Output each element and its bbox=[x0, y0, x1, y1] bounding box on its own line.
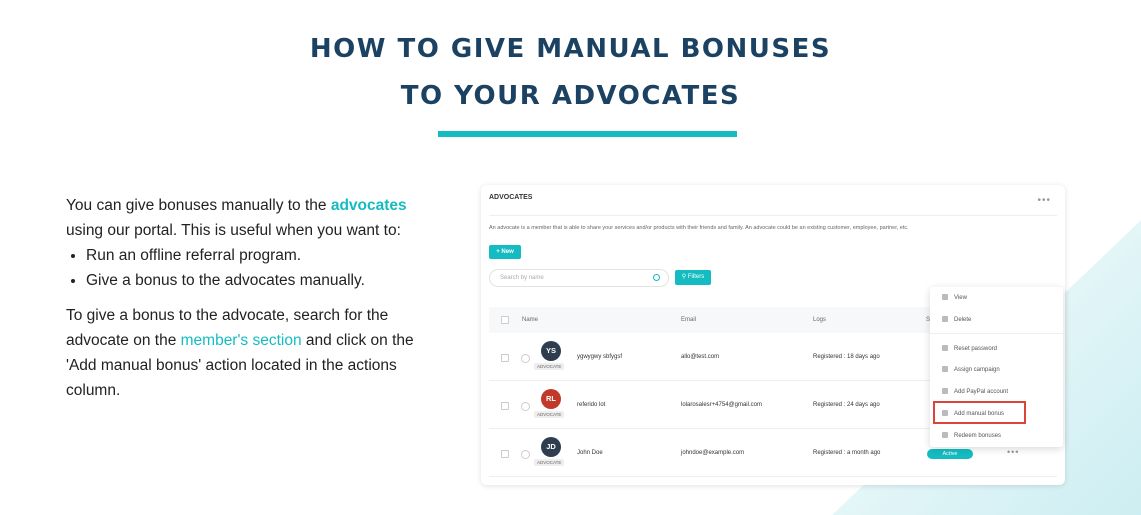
actions-menu: View Delete Reset password Assign campai… bbox=[930, 287, 1063, 447]
role-badge: ADVOCATE bbox=[534, 363, 565, 370]
menu-item-label: Delete bbox=[954, 317, 972, 323]
instructions-text: You can give bonuses manually to the adv… bbox=[66, 193, 436, 403]
column-name: Name bbox=[522, 317, 539, 323]
menu-item-label: Assign campaign bbox=[954, 367, 1000, 373]
expand-icon[interactable] bbox=[521, 450, 530, 459]
menu-item-delete[interactable]: Delete bbox=[942, 316, 971, 323]
menu-divider bbox=[930, 333, 1063, 334]
intro-text-2: using our portal. This is useful when yo… bbox=[66, 222, 401, 239]
expand-icon[interactable] bbox=[521, 354, 530, 363]
menu-item-label: Redeem bonuses bbox=[954, 433, 1002, 439]
member-logs: Registered : 24 days ago bbox=[813, 402, 880, 408]
member-email: lolarosalesr+4754@gmail.com bbox=[681, 402, 762, 408]
row-checkbox[interactable] bbox=[501, 450, 509, 458]
menu-item-redeem-bonuses[interactable]: Redeem bonuses bbox=[942, 432, 1001, 439]
page-title-line-2: TO YOUR ADVOCATES bbox=[400, 81, 741, 111]
gift-icon bbox=[942, 432, 948, 438]
status-badge: Active bbox=[927, 449, 973, 459]
role-badge: ADVOCATE bbox=[534, 411, 565, 418]
add-manual-bonus-highlight bbox=[933, 401, 1026, 424]
column-email: Email bbox=[681, 317, 697, 323]
menu-item-assign-campaign[interactable]: Assign campaign bbox=[942, 366, 1000, 373]
advocates-link[interactable]: advocates bbox=[331, 197, 407, 214]
megaphone-icon bbox=[942, 366, 948, 372]
avatar: RL bbox=[541, 389, 561, 409]
member-name: ygwygwy sbfygsf bbox=[577, 354, 623, 360]
trash-icon bbox=[942, 316, 948, 322]
use-case-list: Run an offline referral program. Give a … bbox=[86, 243, 436, 293]
row-actions-icon[interactable]: ••• bbox=[1007, 447, 1019, 457]
member-logs: Registered : a month ago bbox=[813, 450, 881, 456]
divider bbox=[489, 215, 1057, 216]
filters-label: Filters bbox=[687, 274, 705, 280]
title-underline bbox=[438, 131, 737, 137]
search-icon bbox=[653, 274, 660, 281]
intro-text-1: You can give bonuses manually to the bbox=[66, 197, 331, 214]
steps-paragraph: To give a bonus to the advocate, search … bbox=[66, 303, 436, 403]
member-name: referido lot bbox=[577, 402, 606, 408]
list-item: Give a bonus to the advocates manually. bbox=[86, 268, 436, 293]
avatar: YS bbox=[541, 341, 561, 361]
members-section-link[interactable]: member's section bbox=[181, 332, 302, 349]
search-input[interactable]: Search by name bbox=[489, 269, 669, 287]
member-name: John Doe bbox=[577, 450, 603, 456]
menu-item-add-paypal[interactable]: Add PayPal account bbox=[942, 388, 1008, 395]
menu-item-label: Add PayPal account bbox=[954, 389, 1009, 395]
eye-icon bbox=[942, 294, 948, 300]
menu-item-reset-password[interactable]: Reset password bbox=[942, 345, 997, 352]
row-checkbox[interactable] bbox=[501, 402, 509, 410]
member-email: johndoe@example.com bbox=[681, 450, 745, 456]
avatar: JD bbox=[541, 437, 561, 457]
member-email: allo@test.com bbox=[681, 354, 720, 360]
more-options-icon[interactable]: ••• bbox=[1037, 195, 1051, 206]
row-checkbox[interactable] bbox=[501, 354, 509, 362]
portal-title: ADVOCATES bbox=[489, 194, 533, 201]
list-item: Run an offline referral program. bbox=[86, 243, 436, 268]
menu-item-label: View bbox=[954, 295, 967, 301]
page-title-line-1: HOW TO GIVE MANUAL BONUSES bbox=[309, 34, 832, 64]
gear-icon bbox=[942, 388, 948, 394]
expand-icon[interactable] bbox=[521, 402, 530, 411]
column-logs: Logs bbox=[813, 317, 827, 323]
select-all-checkbox[interactable] bbox=[501, 316, 509, 324]
new-advocate-button[interactable]: + New bbox=[489, 245, 521, 259]
filters-button[interactable]: ⚲ Filters bbox=[675, 270, 711, 285]
lock-icon bbox=[942, 345, 948, 351]
member-logs: Registered : 18 days ago bbox=[813, 354, 880, 360]
role-badge: ADVOCATE bbox=[534, 459, 565, 466]
portal-description: An advocate is a member that is able to … bbox=[489, 225, 909, 231]
menu-item-label: Reset password bbox=[954, 346, 998, 352]
search-placeholder: Search by name bbox=[500, 275, 544, 281]
intro-paragraph: You can give bonuses manually to the adv… bbox=[66, 193, 436, 243]
menu-item-view[interactable]: View bbox=[942, 294, 967, 301]
